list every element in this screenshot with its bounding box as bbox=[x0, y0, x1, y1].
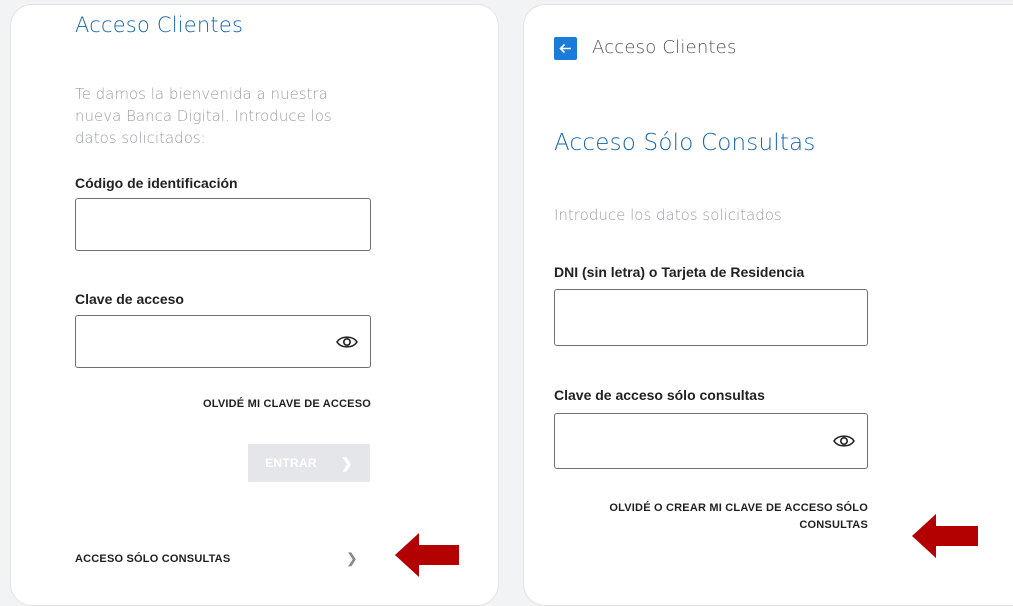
enter-button-label: ENTRAR bbox=[265, 456, 317, 470]
login-card: Acceso Clientes Te damos la bienvenida a… bbox=[10, 4, 499, 606]
intro-text: Te damos la bienvenida a nuestra nueva B… bbox=[75, 85, 332, 147]
id-label: Código de identificación bbox=[75, 175, 238, 191]
chevron-right-icon: ❯ bbox=[340, 454, 353, 471]
consult-password-label: Clave de acceso sólo consultas bbox=[554, 387, 765, 403]
chevron-right-icon[interactable]: ❯ bbox=[346, 550, 358, 567]
arrow-left-icon bbox=[559, 43, 571, 54]
intro-text: Introduce los datos solicitados bbox=[554, 206, 782, 224]
consult-card: Acceso Clientes Acceso Sólo Consultas In… bbox=[523, 4, 1013, 606]
red-arrow-icon bbox=[395, 533, 459, 577]
consult-password-field[interactable] bbox=[554, 413, 868, 469]
card-title: Acceso Clientes bbox=[75, 13, 244, 37]
forgot-password-link[interactable]: OLVIDÉ MI CLAVE DE ACCESO bbox=[203, 398, 371, 410]
dni-field[interactable] bbox=[554, 289, 868, 346]
red-arrow-icon bbox=[912, 514, 978, 558]
id-field[interactable] bbox=[75, 198, 371, 251]
back-button[interactable] bbox=[554, 37, 577, 60]
forgot-consult-password-link[interactable]: OLVIDÉ O CREAR MI CLAVE DE ACCESO SÓLO C… bbox=[554, 500, 868, 534]
eye-icon[interactable] bbox=[336, 334, 358, 350]
password-input[interactable] bbox=[76, 316, 332, 367]
password-label: Clave de acceso bbox=[75, 291, 184, 307]
enter-button[interactable]: ENTRAR ❯ bbox=[248, 444, 370, 482]
dni-input[interactable] bbox=[555, 290, 825, 345]
password-field[interactable] bbox=[75, 315, 371, 368]
dni-label: DNI (sin letra) o Tarjeta de Residencia bbox=[554, 264, 805, 280]
consult-password-input[interactable] bbox=[555, 414, 825, 468]
eye-icon[interactable] bbox=[833, 433, 855, 449]
id-input[interactable] bbox=[76, 199, 332, 250]
card-title: Acceso Sólo Consultas bbox=[554, 130, 816, 156]
back-title[interactable]: Acceso Clientes bbox=[592, 37, 737, 58]
consult-only-link[interactable]: ACCESO SÓLO CONSULTAS bbox=[75, 553, 230, 565]
